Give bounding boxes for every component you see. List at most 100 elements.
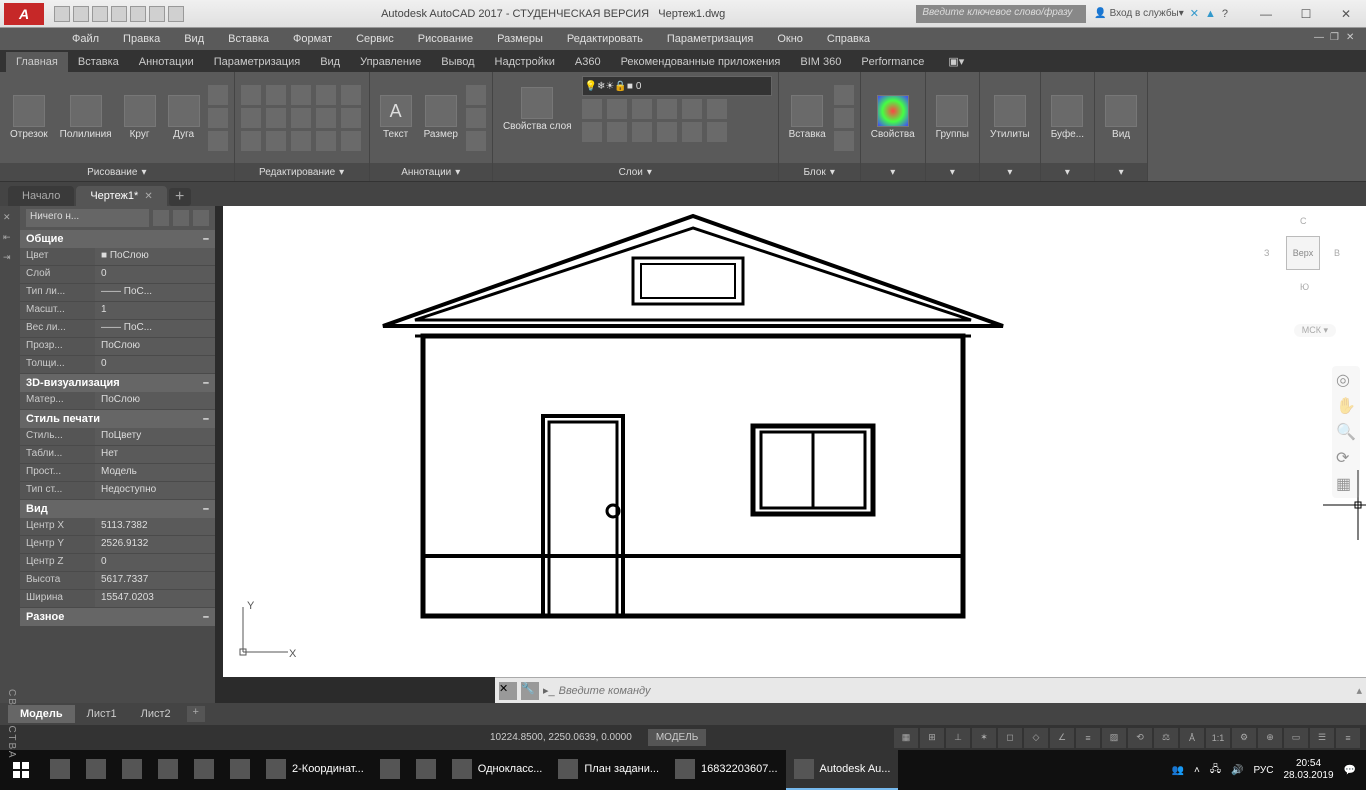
taskbar-item[interactable]	[78, 750, 114, 790]
pal-ic-2[interactable]	[173, 210, 189, 226]
layouttab-sheet2[interactable]: Лист2	[129, 705, 183, 723]
ribtab-addins[interactable]: Надстройки	[485, 52, 565, 72]
panel-layers-title[interactable]: Слои ▾	[493, 163, 778, 181]
ribtab-performance[interactable]: Performance	[851, 52, 934, 72]
pal-row[interactable]: Табли...Нет	[20, 446, 215, 464]
lay-ic-4[interactable]	[657, 99, 677, 119]
app-logo[interactable]: A	[4, 3, 44, 25]
annot-small-1[interactable]	[466, 85, 486, 105]
pal-cat[interactable]: Разное–	[20, 608, 215, 626]
close-button[interactable]: ✕	[1326, 3, 1366, 25]
panel-clip-title[interactable]: ▾	[1041, 163, 1094, 181]
drawing-canvas[interactable]: YX С З В Ю Верх МСК ▾ ◎ ✋ 🔍 ⟳ ▦ ✕ 🔧 ▸_	[215, 206, 1366, 703]
mod-explode-icon[interactable]	[341, 85, 361, 105]
lay-ic-2[interactable]	[607, 99, 627, 119]
tray-lang[interactable]: РУС	[1253, 765, 1273, 776]
lay-ic-7[interactable]	[582, 122, 602, 142]
status-annoscale-icon[interactable]: ⚖	[1154, 728, 1178, 748]
qat-new-icon[interactable]	[54, 6, 70, 22]
mod-stretch-icon[interactable]	[241, 131, 261, 151]
draw-small-3[interactable]	[208, 131, 228, 151]
taskbar-item[interactable]	[186, 750, 222, 790]
mod-chamfer-icon[interactable]	[291, 131, 311, 151]
status-annovis-icon[interactable]: Å	[1180, 728, 1204, 748]
filetab-drawing1[interactable]: Чертеж1*✕	[76, 186, 166, 206]
qat-saveas-icon[interactable]	[111, 6, 127, 22]
mod-break-icon[interactable]	[341, 131, 361, 151]
tray-clock[interactable]: 20:5428.03.2019	[1283, 758, 1333, 782]
status-ws-icon[interactable]: ⚙	[1232, 728, 1256, 748]
btn-polyline[interactable]: Полилиния	[56, 93, 116, 142]
lay-ic-8[interactable]	[607, 122, 627, 142]
nav-show-icon[interactable]: ▦	[1336, 474, 1356, 494]
mod-fillet-icon[interactable]	[291, 108, 311, 128]
stayconnected-icon[interactable]: ▲	[1205, 8, 1216, 20]
btn-line[interactable]: Отрезок	[6, 93, 52, 142]
status-transp-icon[interactable]: ▨	[1102, 728, 1126, 748]
mod-align-icon[interactable]	[316, 131, 336, 151]
status-model[interactable]: МОДЕЛЬ	[648, 729, 706, 746]
filetab-start[interactable]: Начало	[8, 186, 74, 206]
taskbar-item[interactable]	[150, 750, 186, 790]
panel-draw-title[interactable]: Рисование ▾	[0, 163, 234, 181]
pal-cat[interactable]: Общие–	[20, 230, 215, 248]
lay-ic-12[interactable]	[707, 122, 727, 142]
pal-row[interactable]: Высота5617.7337	[20, 572, 215, 590]
pal-row[interactable]: Слой0	[20, 266, 215, 284]
cmd-expand-icon[interactable]: ▴	[1356, 684, 1362, 697]
taskbar-item[interactable]: 16832203607...	[667, 750, 785, 790]
btn-dimension[interactable]: Размер	[420, 93, 462, 142]
btn-view[interactable]: Вид	[1101, 93, 1141, 142]
menu-edit[interactable]: Правка	[111, 30, 172, 48]
btn-utilities[interactable]: Утилиты	[986, 93, 1034, 142]
ribtab-manage[interactable]: Управление	[350, 52, 431, 72]
lay-ic-5[interactable]	[682, 99, 702, 119]
status-custom-icon[interactable]: ≡	[1336, 728, 1360, 748]
menu-dimension[interactable]: Размеры	[485, 30, 555, 48]
mod-rotate-icon[interactable]	[266, 85, 286, 105]
nav-zoom-icon[interactable]: 🔍	[1336, 422, 1356, 442]
taskbar-item[interactable]	[222, 750, 258, 790]
exchange-icon[interactable]: ✕	[1190, 7, 1199, 20]
draw-small-1[interactable]	[208, 85, 228, 105]
menu-modify[interactable]: Редактировать	[555, 30, 655, 48]
pal-row[interactable]: Толщи...0	[20, 356, 215, 374]
pal-row[interactable]: Центр Y2526.9132	[20, 536, 215, 554]
qat-undo-icon[interactable]	[149, 6, 165, 22]
cmd-close-icon[interactable]: ✕	[499, 682, 517, 700]
ribtab-insert[interactable]: Вставка	[68, 52, 129, 72]
status-grid-icon[interactable]: ▦	[894, 728, 918, 748]
pal-row[interactable]: Цвет■ ПоСлою	[20, 248, 215, 266]
menu-insert[interactable]: Вставка	[216, 30, 281, 48]
panel-util-title[interactable]: ▾	[980, 163, 1040, 181]
panel-modify-title[interactable]: Редактирование ▾	[235, 163, 369, 181]
nav-orbit-icon[interactable]: ⟳	[1336, 448, 1356, 468]
lay-ic-10[interactable]	[657, 122, 677, 142]
menu-help[interactable]: Справка	[815, 30, 882, 48]
nav-wheel-icon[interactable]: ◎	[1336, 370, 1356, 390]
ribtab-annotate[interactable]: Аннотации	[129, 52, 204, 72]
pal-row[interactable]: Тип ст...Недоступно	[20, 482, 215, 500]
tray-vol-icon[interactable]: 🔊	[1231, 765, 1243, 776]
draw-small-2[interactable]	[208, 108, 228, 128]
btn-insert-block[interactable]: Вставка	[785, 93, 830, 142]
layouttab-add[interactable]: +	[187, 706, 205, 722]
btn-properties[interactable]: Свойства	[867, 93, 919, 142]
status-cycle-icon[interactable]: ⟲	[1128, 728, 1152, 748]
pal-row[interactable]: Вес ли...—— ПоС...	[20, 320, 215, 338]
taskbar-item[interactable]: 2-Координат...	[258, 750, 372, 790]
nav-pan-icon[interactable]: ✋	[1336, 396, 1356, 416]
lay-ic-11[interactable]	[682, 122, 702, 142]
menu-view[interactable]: Вид	[172, 30, 216, 48]
viewcube-top[interactable]: Верх	[1286, 236, 1320, 270]
menu-parametric[interactable]: Параметризация	[655, 30, 765, 48]
pal-row[interactable]: Матер...ПоСлою	[20, 392, 215, 410]
layer-dropdown[interactable]: 💡❄☀🔒■ 0	[582, 76, 772, 96]
start-button[interactable]	[0, 750, 42, 790]
lay-ic-3[interactable]	[632, 99, 652, 119]
ribtab-featured[interactable]: Рекомендованные приложения	[611, 52, 791, 72]
filetab-close-icon[interactable]: ✕	[144, 191, 152, 202]
ribtab-expand-icon[interactable]: ▣▾	[938, 51, 974, 72]
mod-erase-icon[interactable]	[316, 85, 336, 105]
ribtab-view[interactable]: Вид	[310, 52, 350, 72]
